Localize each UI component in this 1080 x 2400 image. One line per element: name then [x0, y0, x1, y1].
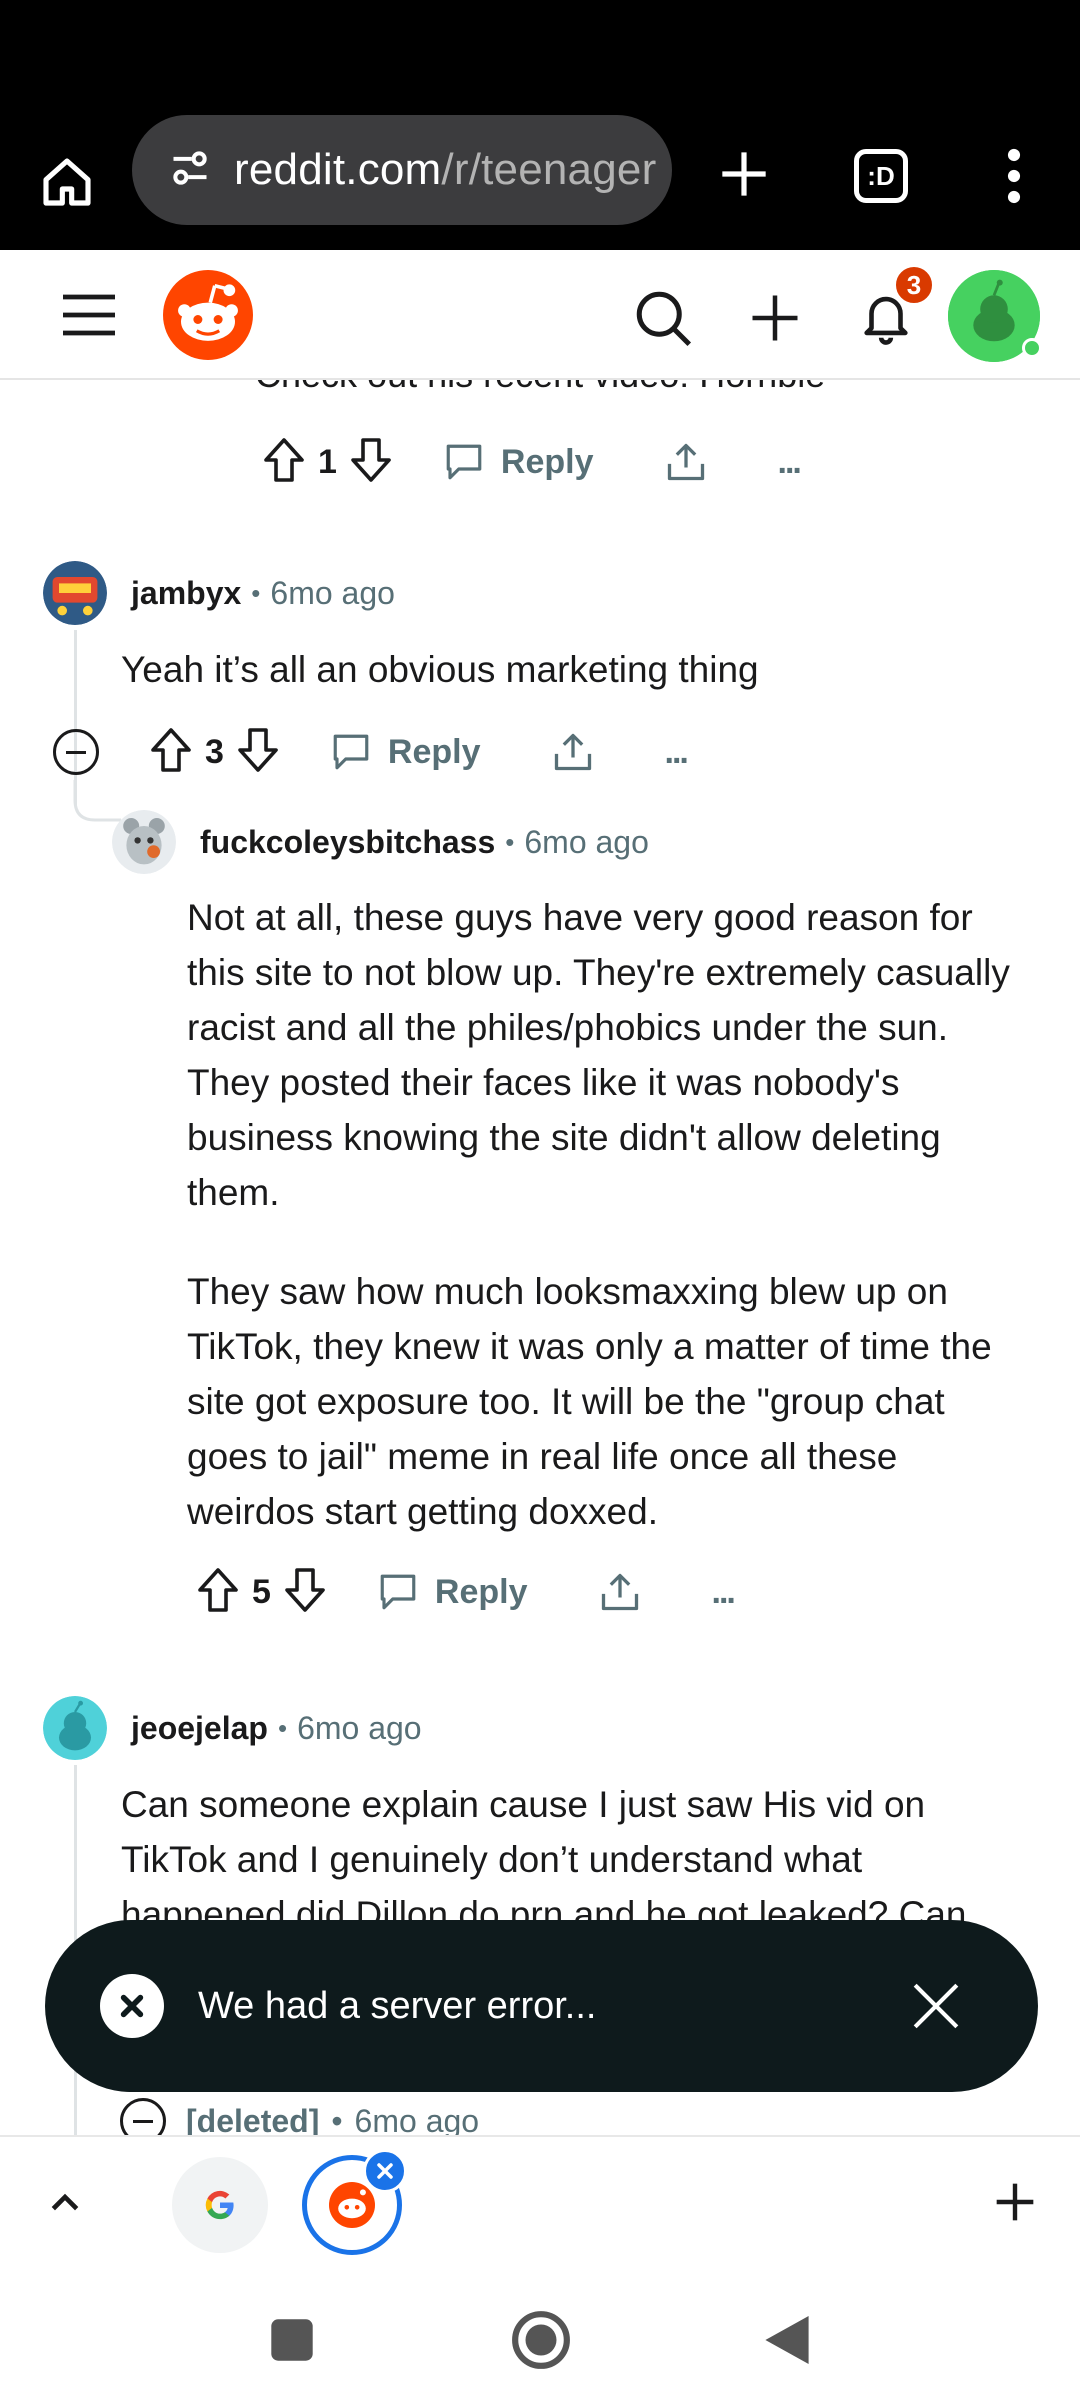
online-indicator: [1022, 338, 1042, 358]
comment-header: jeoejelap • 6mo ago: [43, 1693, 422, 1763]
url-path: /r/teenager: [441, 145, 657, 194]
close-icon[interactable]: [906, 1976, 966, 2036]
reply-button[interactable]: Reply: [377, 1571, 528, 1613]
vote-control: 3: [149, 726, 280, 779]
reddit-header: 3: [0, 250, 1080, 380]
comment-timestamp: 6mo ago: [297, 1709, 422, 1746]
separator-dot: •: [251, 577, 261, 608]
avatar[interactable]: [43, 561, 107, 625]
reddit-logo-icon[interactable]: [163, 270, 253, 360]
comment-header: fuckcoleysbitchass • 6mo ago: [112, 807, 649, 877]
collapse-thread-icon[interactable]: [53, 729, 99, 775]
vote-control: 1: [262, 436, 393, 489]
site-settings-icon[interactable]: [168, 146, 212, 195]
tab-strip: [0, 2135, 1080, 2270]
comment-actions: 3 Reply ...: [53, 717, 689, 787]
comments-area: Check out his recent video! Horrible 1 R…: [0, 380, 1080, 2135]
search-icon[interactable]: [625, 280, 700, 355]
comment-author: [deleted]: [186, 2102, 320, 2136]
tab-switcher-button[interactable]: :D: [842, 137, 920, 215]
comment-body: Yeah it’s all an obvious marketing thing: [121, 642, 1021, 697]
menu-icon[interactable]: [50, 280, 128, 350]
url-bar[interactable]: reddit.com/r/teenager: [132, 115, 672, 225]
comment-header: jambyx • 6mo ago: [43, 558, 395, 628]
share-icon[interactable]: [598, 1569, 642, 1615]
comment-actions: 5 Reply ...: [196, 1557, 736, 1627]
notification-badge: 3: [893, 264, 935, 306]
comment-author[interactable]: jeoejelap: [131, 1710, 268, 1747]
avatar[interactable]: [112, 810, 176, 874]
reply-bubble-icon: [333, 734, 369, 770]
reply-button[interactable]: Reply: [443, 441, 594, 483]
comment-body: Can someone explain cause I just saw His…: [121, 1777, 1021, 1942]
vote-count: 5: [252, 1572, 271, 1611]
error-icon: [100, 1974, 164, 2038]
deleted-comment-header: [deleted] • 6mo ago: [120, 2098, 479, 2135]
comment-author[interactable]: fuckcoleysbitchass: [200, 824, 495, 861]
separator-dot: •: [277, 1712, 288, 1743]
new-tab-plus-icon[interactable]: [985, 2172, 1045, 2232]
reply-label: Reply: [500, 442, 594, 481]
comment-author[interactable]: jambyx: [131, 575, 241, 612]
home-icon[interactable]: [28, 143, 106, 221]
reply-label: Reply: [434, 1572, 528, 1611]
vote-count: 1: [318, 442, 337, 481]
browser-toolbar: reddit.com/r/teenager :D: [0, 115, 1080, 250]
comment-timestamp: 6mo ago: [524, 823, 649, 860]
home-nav-icon[interactable]: [507, 2306, 575, 2374]
more-options-icon[interactable]: ...: [778, 443, 802, 482]
downvote-icon[interactable]: [236, 726, 280, 779]
comment-timestamp: 6mo ago: [354, 2102, 480, 2136]
toast-message: We had a server error...: [198, 1984, 597, 2027]
more-options-icon[interactable]: ...: [665, 733, 689, 772]
downvote-icon[interactable]: [283, 1566, 327, 1619]
separator-dot: •: [331, 2102, 343, 2136]
comment-actions: 1 Reply ...: [262, 427, 802, 497]
comment-paragraph: They saw how much looksmaxxing blew up o…: [187, 1271, 992, 1532]
share-icon[interactable]: [551, 729, 595, 775]
separator-dot: •: [505, 826, 515, 857]
reply-bubble-icon: [446, 444, 482, 480]
reply-button[interactable]: Reply: [330, 731, 481, 773]
collapse-thread-icon[interactable]: [120, 2098, 166, 2135]
create-post-icon[interactable]: [740, 280, 810, 355]
reply-bubble-icon: [380, 1574, 416, 1610]
system-navigation-bar: [0, 2270, 1080, 2400]
more-options-icon[interactable]: ...: [712, 1573, 736, 1612]
close-tab-icon[interactable]: [363, 2149, 407, 2193]
google-tab-icon[interactable]: [172, 2157, 268, 2253]
comment-paragraph: Not at all, these guys have very good re…: [187, 897, 1010, 1213]
downvote-icon[interactable]: [349, 436, 393, 489]
share-icon[interactable]: [664, 439, 708, 485]
upvote-icon[interactable]: [196, 1566, 240, 1619]
vote-count: 3: [205, 732, 224, 771]
previous-comment-text: Check out his recent video! Horrible: [255, 380, 825, 396]
recents-icon[interactable]: [262, 2310, 322, 2370]
url-domain: reddit.com: [234, 145, 442, 194]
error-toast: We had a server error...: [45, 1920, 1038, 2092]
more-vert-icon[interactable]: [975, 137, 1053, 215]
upvote-icon[interactable]: [149, 726, 193, 779]
avatar[interactable]: [43, 1696, 107, 1760]
comment-paragraph: Can someone explain cause I just saw His…: [121, 1784, 967, 1935]
back-icon[interactable]: [755, 2308, 819, 2372]
status-bar: [0, 0, 1080, 115]
chevron-up-icon[interactable]: [35, 2172, 95, 2232]
new-tab-plus-icon[interactable]: [705, 135, 783, 213]
tab-count: :D: [854, 149, 908, 203]
comment-body: Not at all, these guys have very good re…: [187, 890, 1027, 1539]
upvote-icon[interactable]: [262, 436, 306, 489]
comment-paragraph: Yeah it’s all an obvious marketing thing: [121, 649, 759, 690]
vote-control: 5: [196, 1566, 327, 1619]
comment-timestamp: 6mo ago: [270, 574, 395, 611]
reply-label: Reply: [387, 732, 481, 771]
url-text: reddit.com/r/teenager: [234, 145, 656, 195]
